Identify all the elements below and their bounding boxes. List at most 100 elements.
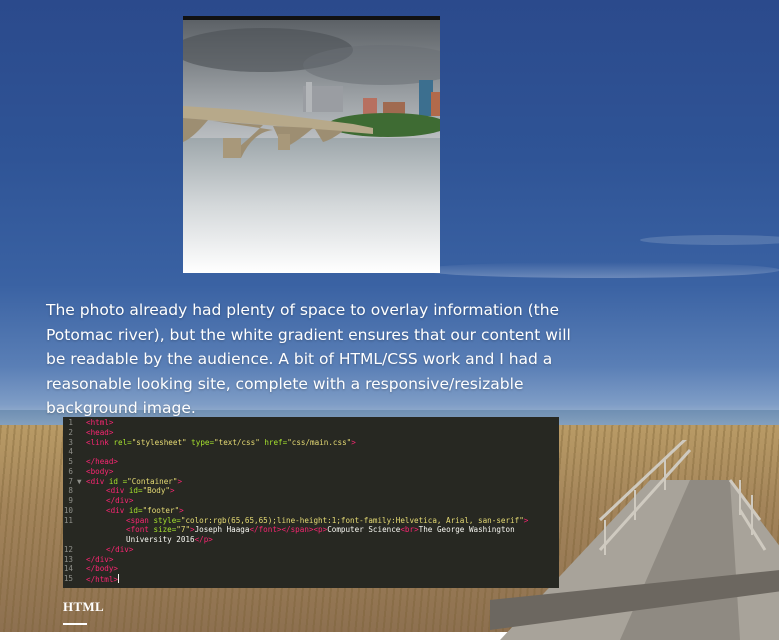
- code-text: <body>: [86, 467, 113, 477]
- line-number: [63, 535, 77, 545]
- fold-gutter: [77, 428, 86, 438]
- fold-gutter: [77, 545, 86, 555]
- code-line: 5 </head>: [63, 457, 559, 467]
- code-token: </div>: [106, 496, 134, 505]
- code-token: <span: [126, 515, 154, 525]
- line-number: 5: [68, 457, 73, 466]
- line-number: 2: [68, 427, 73, 437]
- code-line: 14 </body>: [63, 564, 559, 574]
- code-text: <span style="color:rgb(65,65,65);line-he…: [86, 516, 528, 526]
- code-token: "text/css": [214, 437, 260, 447]
- code-token: id=: [128, 486, 143, 496]
- bridge-photo-image: [183, 20, 440, 273]
- code-token: "stylesheet": [131, 437, 187, 447]
- potomac-bridge-photo: [183, 16, 440, 273]
- code-line: 9 </div>: [63, 496, 559, 506]
- code-line: 15 </html>: [63, 574, 559, 585]
- code-token: <div: [106, 486, 129, 496]
- fold-gutter: [77, 467, 86, 477]
- line-number: 15: [63, 574, 73, 583]
- code-line: 4: [63, 447, 559, 457]
- line-number: 9: [68, 496, 73, 505]
- code-token: "css/main.css": [287, 437, 352, 447]
- code-token: >: [351, 437, 356, 447]
- code-token: id =: [108, 476, 128, 486]
- fold-gutter: [77, 535, 86, 545]
- code-text: <div id="Body">: [86, 486, 175, 496]
- section-heading-html: HTML: [63, 599, 104, 614]
- code-line: 13 </div>: [63, 555, 559, 565]
- line-number: [63, 525, 77, 535]
- code-line: 6 <body>: [63, 467, 559, 477]
- fold-gutter: [77, 447, 86, 457]
- line-number: 1: [68, 418, 73, 427]
- line-number: 6: [68, 466, 73, 476]
- line-number: 8: [68, 486, 73, 496]
- fold-gutter: [77, 457, 86, 467]
- code-line: 11 <span style="color:rgb(65,65,65);line-…: [63, 516, 559, 526]
- code-token: <br>: [400, 525, 419, 535]
- code-text: <font size="7">Joseph Haaga</font></span…: [86, 525, 515, 535]
- code-text: <div id="footer">: [86, 506, 184, 516]
- fold-gutter: [77, 418, 86, 428]
- fold-gutter: [77, 516, 86, 526]
- line-number: 3: [68, 437, 73, 447]
- fold-arrow-icon[interactable]: ▼: [77, 477, 86, 487]
- code-token: <head>: [86, 427, 114, 437]
- code-token: Computer Science: [327, 525, 401, 535]
- section-underline: [63, 623, 87, 625]
- code-text: <link rel="stylesheet" type="text/css" h…: [86, 438, 356, 448]
- fold-gutter: [77, 506, 86, 516]
- code-token: "footer": [142, 505, 180, 515]
- code-line: 3 <link rel="stylesheet" type="text/css" …: [63, 438, 559, 448]
- code-text: </body>: [86, 564, 118, 574]
- code-line: 2 <head>: [63, 428, 559, 438]
- code-token: style=: [153, 515, 181, 525]
- code-token: <div: [86, 476, 109, 486]
- line-number: 7: [68, 476, 73, 486]
- code-token: University 2016: [126, 535, 195, 544]
- code-token: Joseph Haaga: [194, 525, 250, 535]
- fold-gutter: [77, 438, 86, 448]
- code-text: </html>: [86, 574, 120, 585]
- fold-gutter: [77, 525, 86, 535]
- line-number: 11: [63, 515, 73, 525]
- code-token: type=: [186, 437, 215, 447]
- code-token: <div: [106, 505, 129, 515]
- line-number: 4: [68, 447, 73, 457]
- code-text: <div id ="Container">: [86, 477, 182, 487]
- fold-gutter: [77, 555, 86, 565]
- code-token: </div>: [106, 544, 134, 554]
- code-token: </html>: [86, 575, 119, 584]
- fold-gutter: [77, 486, 86, 496]
- code-token: id=: [128, 505, 143, 515]
- code-text: <html>: [86, 418, 113, 428]
- code-token: <html>: [86, 418, 114, 427]
- code-token: </body>: [86, 564, 119, 574]
- code-text: </div>: [86, 496, 133, 506]
- code-token: size=: [153, 525, 177, 535]
- code-token: <font: [126, 525, 154, 535]
- article-paragraph: The photo already had plenty of space to…: [46, 301, 571, 417]
- code-line: 12 </div>: [63, 545, 559, 555]
- code-text: </div>: [86, 545, 133, 555]
- code-token: </div>: [86, 554, 114, 564]
- code-text: </div>: [86, 555, 113, 565]
- code-token: >: [170, 486, 175, 496]
- line-number: 10: [63, 505, 73, 515]
- code-token: >: [179, 505, 184, 515]
- code-token: "7": [176, 525, 191, 535]
- code-token: "color:rgb(65,65,65);line-height:1;font-…: [180, 515, 524, 525]
- fold-gutter: [77, 496, 86, 506]
- code-token: <body>: [86, 466, 114, 476]
- code-line: University 2016</p>: [63, 535, 559, 545]
- code-line: <font size="7">Joseph Haaga</font></span…: [63, 525, 559, 535]
- fold-gutter: [77, 564, 86, 574]
- code-token: href=: [259, 437, 288, 447]
- code-token: <link: [86, 437, 114, 447]
- code-token: "Container": [127, 476, 178, 486]
- code-token: </head>: [86, 457, 119, 466]
- code-text: <head>: [86, 428, 113, 438]
- code-editor-screenshot: 1 <html> 2 <head> 3 <link rel="stylesheet" ty…: [63, 417, 559, 588]
- code-line: 1 <html>: [63, 418, 559, 428]
